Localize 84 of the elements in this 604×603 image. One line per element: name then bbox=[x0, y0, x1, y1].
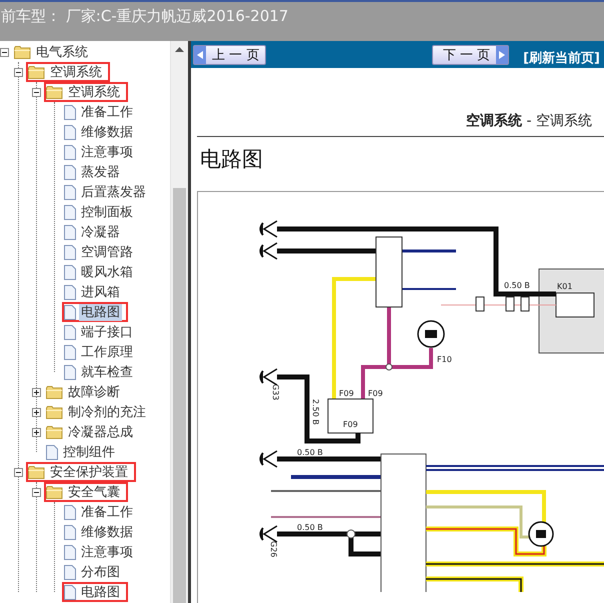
collapse-icon[interactable] bbox=[32, 88, 41, 96]
tree-item[interactable]: 安全气囊 bbox=[66, 484, 122, 500]
tree-item[interactable]: 电路图 bbox=[79, 584, 122, 600]
tree-item[interactable]: 控制面板 bbox=[79, 204, 135, 220]
expand-icon[interactable] bbox=[32, 388, 41, 396]
tree-item[interactable]: 工作原理 bbox=[79, 344, 135, 360]
document-icon bbox=[64, 204, 76, 220]
document-icon bbox=[64, 304, 76, 320]
diagram-label: G33 bbox=[271, 384, 280, 400]
page-heading: 电路图 bbox=[200, 146, 264, 173]
tree-item[interactable]: 暖风水箱 bbox=[79, 264, 135, 280]
diagram-label: K01 bbox=[557, 282, 572, 291]
scroll-up-icon[interactable] bbox=[175, 47, 184, 52]
tree-item[interactable]: 后置蒸发器 bbox=[79, 184, 148, 200]
document-icon bbox=[64, 504, 76, 520]
folder-icon bbox=[28, 466, 45, 478]
tree-item[interactable]: 制冷剂的充注 bbox=[66, 404, 148, 420]
tree-item[interactable]: 故障诊断 bbox=[66, 384, 122, 400]
folder-icon bbox=[46, 486, 63, 498]
document-icon bbox=[64, 544, 76, 560]
tree-item[interactable]: 安全保护装置 bbox=[48, 464, 130, 480]
tree-item[interactable]: 蒸发器 bbox=[79, 164, 122, 180]
diagram-label: F09 bbox=[343, 420, 358, 429]
tree-item[interactable]: 控制组件 bbox=[61, 444, 117, 460]
collapse-icon[interactable] bbox=[14, 68, 23, 76]
collapse-icon[interactable] bbox=[0, 48, 9, 56]
document-icon bbox=[64, 584, 76, 600]
previous-page-button[interactable]: 上 一 页 bbox=[193, 44, 266, 64]
document-icon bbox=[64, 324, 76, 340]
document-icon bbox=[64, 224, 76, 240]
document-icon bbox=[64, 144, 76, 160]
document-icon bbox=[64, 344, 76, 360]
tree-item[interactable]: 维修数据 bbox=[79, 524, 135, 540]
tree-item[interactable]: 端子接口 bbox=[79, 324, 135, 340]
diagram-label: F10 bbox=[437, 355, 452, 364]
folder-icon bbox=[46, 426, 63, 438]
document-icon bbox=[46, 444, 58, 460]
tree-item[interactable]: 准备工作 bbox=[79, 104, 135, 120]
document-icon bbox=[64, 264, 76, 280]
diagram-label: 0.50 B bbox=[504, 281, 530, 290]
diagram-label: F09 bbox=[339, 389, 354, 398]
collapse-icon[interactable] bbox=[14, 468, 23, 476]
tree-item[interactable]: 就车检查 bbox=[79, 364, 135, 380]
tree-item[interactable]: 维修数据 bbox=[79, 124, 135, 140]
document-icon bbox=[64, 124, 76, 140]
scrollbar[interactable] bbox=[170, 41, 188, 603]
folder-icon bbox=[46, 386, 63, 398]
tree-item[interactable]: 冷凝器总成 bbox=[66, 424, 135, 440]
document-icon bbox=[64, 524, 76, 540]
car-model-title: 前车型： 厂家:C-重庆力帆迈威2016-2017 bbox=[1, 7, 288, 26]
running-head: 空调系统 - 空调系统 bbox=[197, 68, 604, 137]
scrollbar-thumb[interactable] bbox=[173, 188, 186, 603]
next-page-button[interactable]: 下 一 页 bbox=[432, 44, 510, 64]
diagram-label: G26 bbox=[269, 541, 278, 558]
tree-item[interactable]: 电路图 bbox=[79, 304, 122, 320]
tree-item[interactable]: 准备工作 bbox=[79, 504, 135, 520]
diagram-label: 2.50 B bbox=[311, 399, 320, 425]
expand-icon[interactable] bbox=[32, 408, 41, 416]
tree-item[interactable]: 空调管路 bbox=[79, 244, 135, 260]
diagram-label: 0.50 B bbox=[297, 523, 323, 532]
tree-item[interactable]: 空调系统 bbox=[48, 64, 104, 80]
tree-item[interactable]: 进风箱 bbox=[79, 284, 122, 300]
tree-item[interactable]: 冷凝器 bbox=[79, 224, 122, 240]
refresh-page-link[interactable]: [刷新当前页] bbox=[523, 48, 600, 66]
tree-item[interactable]: 空调系统 bbox=[66, 84, 122, 100]
folder-icon bbox=[28, 66, 45, 78]
tree-item[interactable]: 注意事项 bbox=[79, 544, 135, 560]
folder-icon bbox=[46, 86, 63, 98]
tree-item[interactable]: 注意事项 bbox=[79, 144, 135, 160]
tree-item[interactable]: 分布图 bbox=[79, 564, 122, 580]
diagram-label: 0.50 B bbox=[297, 448, 323, 457]
document-icon bbox=[64, 104, 76, 120]
expand-icon[interactable] bbox=[32, 428, 41, 436]
folder-icon bbox=[14, 46, 31, 58]
document-icon bbox=[64, 184, 76, 200]
diagram-label: F09 bbox=[368, 389, 383, 398]
document-icon bbox=[64, 364, 76, 380]
document-icon bbox=[64, 284, 76, 300]
folder-icon bbox=[46, 406, 63, 418]
tree-item[interactable]: 电气系统 bbox=[34, 44, 90, 60]
document-icon bbox=[64, 564, 76, 580]
collapse-icon[interactable] bbox=[32, 488, 41, 496]
document-icon bbox=[64, 244, 76, 260]
document-icon bbox=[64, 164, 76, 180]
